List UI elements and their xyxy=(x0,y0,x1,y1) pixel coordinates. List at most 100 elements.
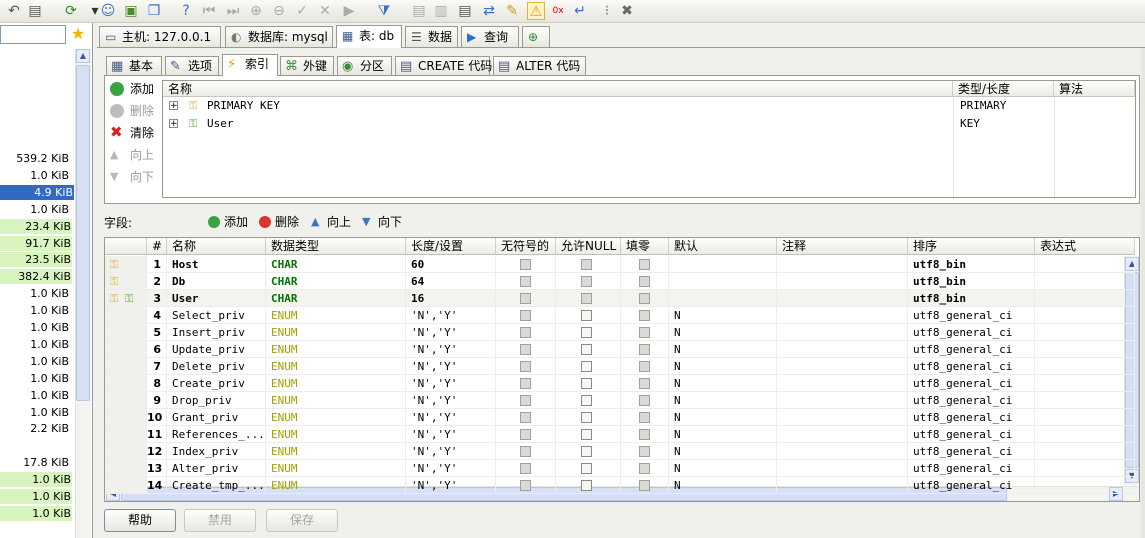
cell-length[interactable]: 'N','Y' xyxy=(406,324,496,341)
cell-type[interactable]: ENUM xyxy=(266,324,406,341)
tree-size-cell[interactable]: 1.0 KiB xyxy=(29,337,70,352)
cell-length[interactable]: 'N','Y' xyxy=(406,358,496,375)
cell-zerofill[interactable] xyxy=(621,324,669,341)
cell-default[interactable]: N xyxy=(669,392,777,409)
unsigned-checkbox[interactable] xyxy=(520,446,531,457)
unsigned-checkbox[interactable] xyxy=(520,361,531,372)
unsigned-checkbox[interactable] xyxy=(520,310,531,321)
cell-zerofill[interactable] xyxy=(621,273,669,290)
zerofill-checkbox[interactable] xyxy=(639,480,650,491)
cell-type[interactable]: CHAR xyxy=(266,273,406,290)
scrollbar-thumb[interactable] xyxy=(76,65,90,401)
cell-keyicons[interactable] xyxy=(105,358,147,375)
cell-collation[interactable]: utf8_bin xyxy=(908,290,1035,307)
cell-type[interactable]: CHAR xyxy=(266,256,406,273)
cell-default[interactable]: N xyxy=(669,358,777,375)
nullable-checkbox[interactable] xyxy=(581,361,592,372)
cell-comment[interactable] xyxy=(777,477,908,494)
warning-icon[interactable]: ⚠ xyxy=(527,2,545,20)
cell-num[interactable]: 1 xyxy=(147,256,167,273)
nullable-checkbox[interactable] xyxy=(581,480,592,491)
zerofill-checkbox[interactable] xyxy=(639,395,650,406)
cell-collation[interactable]: utf8_general_ci xyxy=(908,443,1035,460)
tab-data[interactable]: ☰ 数据 xyxy=(405,26,458,47)
edit-icon[interactable]: ✎ xyxy=(503,2,521,20)
header-length[interactable]: 长度/设置 xyxy=(406,238,496,255)
cell-keyicons[interactable] xyxy=(105,460,147,477)
cell-expression[interactable] xyxy=(1035,341,1135,358)
cell-zerofill[interactable] xyxy=(621,358,669,375)
cell-name[interactable]: Update_priv xyxy=(167,341,266,358)
tab-database[interactable]: ◐ 数据库: mysql xyxy=(225,26,333,47)
cell-expression[interactable] xyxy=(1035,477,1135,494)
header-collation[interactable]: 排序 xyxy=(908,238,1035,255)
move-index-up-button[interactable]: ▲ 向上 xyxy=(110,145,154,165)
nullable-checkbox[interactable] xyxy=(581,429,592,440)
cell-default[interactable]: N xyxy=(669,426,777,443)
cell-collation[interactable]: utf8_general_ci xyxy=(908,409,1035,426)
zerofill-checkbox[interactable] xyxy=(639,429,650,440)
move-index-down-button[interactable]: ▼ 向下 xyxy=(110,167,154,187)
cell-type[interactable]: ENUM xyxy=(266,358,406,375)
tree-size-cell[interactable]: 1.0 KiB xyxy=(29,168,70,183)
first-record-icon[interactable]: ⏮ xyxy=(200,2,218,20)
cell-collation[interactable]: utf8_general_ci xyxy=(908,324,1035,341)
cell-zerofill[interactable] xyxy=(621,290,669,307)
cell-nullable[interactable] xyxy=(556,477,621,494)
table-row[interactable]: 6 Update_priv ENUM 'N','Y' Nutf8_general_ci xyxy=(105,341,1135,358)
index-type-header[interactable]: 类型/长度 xyxy=(953,81,1054,97)
cell-name[interactable]: User xyxy=(167,290,266,307)
cell-expression[interactable] xyxy=(1035,273,1135,290)
cell-comment[interactable] xyxy=(777,273,908,290)
cell-default[interactable]: N xyxy=(669,341,777,358)
cell-length[interactable]: 'N','Y' xyxy=(406,443,496,460)
zerofill-checkbox[interactable] xyxy=(639,378,650,389)
refresh-icon[interactable]: ⟳ xyxy=(62,2,80,20)
nullable-checkbox[interactable] xyxy=(581,378,592,389)
cell-length[interactable]: 'N','Y' xyxy=(406,341,496,358)
cell-nullable[interactable] xyxy=(556,307,621,324)
cell-type[interactable]: ENUM xyxy=(266,392,406,409)
tree-size-cell[interactable]: 91.7 KiB xyxy=(0,235,72,251)
zerofill-checkbox[interactable] xyxy=(639,293,650,304)
cell-length[interactable]: 'N','Y' xyxy=(406,426,496,443)
tree-size-cell[interactable]: 1.0 KiB xyxy=(29,388,70,403)
header-zerofill[interactable]: 填零 xyxy=(621,238,669,255)
help-button[interactable]: 帮助 xyxy=(104,509,176,532)
cell-nullable[interactable] xyxy=(556,273,621,290)
cell-unsigned[interactable] xyxy=(496,460,556,477)
cell-collation[interactable]: utf8_bin xyxy=(908,256,1035,273)
cell-comment[interactable] xyxy=(777,443,908,460)
cell-num[interactable]: 9 xyxy=(147,392,167,409)
cell-num[interactable]: 7 xyxy=(147,358,167,375)
cell-default[interactable]: N xyxy=(669,443,777,460)
cell-name[interactable]: Index_priv xyxy=(167,443,266,460)
cell-length[interactable]: 'N','Y' xyxy=(406,409,496,426)
cell-num[interactable]: 14 xyxy=(147,477,167,494)
help-circle-icon[interactable]: ? xyxy=(177,2,195,20)
cell-default[interactable]: N xyxy=(669,409,777,426)
unsigned-checkbox[interactable] xyxy=(520,429,531,440)
cell-unsigned[interactable] xyxy=(496,477,556,494)
cell-comment[interactable] xyxy=(777,409,908,426)
unsigned-checkbox[interactable] xyxy=(520,412,531,423)
zerofill-checkbox[interactable] xyxy=(639,446,650,457)
subtab-create-code[interactable]: ▤ CREATE 代码 xyxy=(395,56,492,75)
tree-size-cell[interactable]: 1.0 KiB xyxy=(29,405,70,420)
tree-size-cell[interactable]: 23.5 KiB xyxy=(0,252,72,268)
save-all-icon[interactable]: ▥ xyxy=(432,2,450,20)
cell-name[interactable]: References_... xyxy=(167,426,266,443)
index-type-cell[interactable]: KEY xyxy=(960,117,980,130)
index-name-header[interactable]: 名称 xyxy=(163,81,953,97)
nullable-checkbox[interactable] xyxy=(581,259,592,270)
cell-name[interactable]: Drop_priv xyxy=(167,392,266,409)
cell-unsigned[interactable] xyxy=(496,358,556,375)
favorite-star-icon[interactable]: ★ xyxy=(68,24,88,44)
header-expression[interactable]: 表达式 xyxy=(1035,238,1135,255)
zerofill-checkbox[interactable] xyxy=(639,361,650,372)
cell-expression[interactable] xyxy=(1035,307,1135,324)
cell-expression[interactable] xyxy=(1035,460,1135,477)
cell-comment[interactable] xyxy=(777,341,908,358)
cell-comment[interactable] xyxy=(777,392,908,409)
cell-num[interactable]: 13 xyxy=(147,460,167,477)
